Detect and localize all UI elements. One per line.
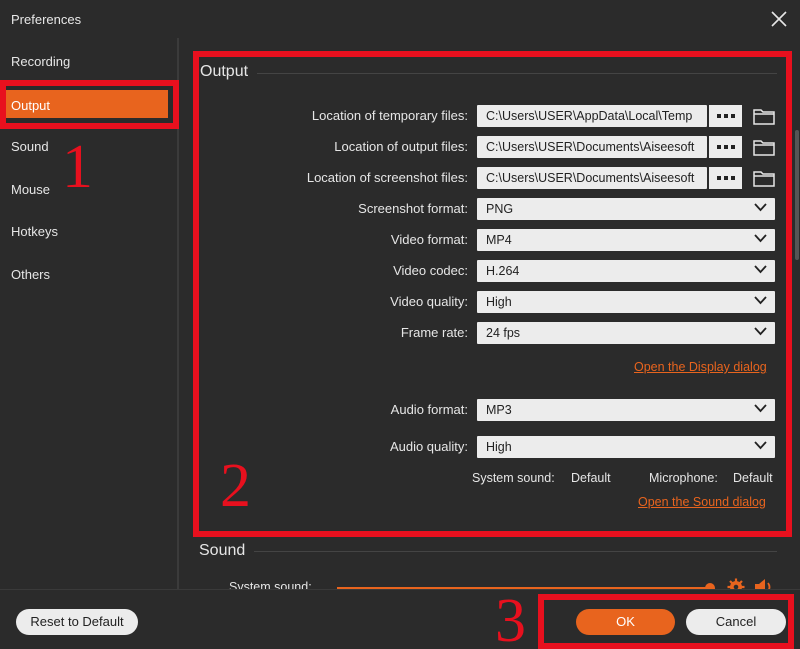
reset-to-default-button[interactable]: Reset to Default: [16, 609, 138, 635]
window-title: Preferences: [11, 12, 82, 27]
close-icon[interactable]: [770, 10, 788, 28]
annotation-number-3: 3: [495, 587, 526, 649]
sound-section-divider: [254, 551, 777, 552]
speaker-icon[interactable]: [754, 578, 774, 589]
annotation-number-1: 1: [62, 133, 93, 201]
content-scrollbar[interactable]: [795, 130, 799, 260]
sound-system-sound-label: System sound:: [229, 580, 312, 589]
gear-icon[interactable]: [727, 578, 745, 589]
annotation-box-3: [538, 594, 794, 649]
sound-section-title: Sound: [199, 542, 246, 559]
title-bar: Preferences: [0, 0, 800, 38]
sidebar-item-recording[interactable]: Recording: [11, 54, 70, 69]
annotation-number-2: 2: [220, 452, 251, 520]
annotation-box-1: [0, 80, 179, 129]
sidebar-item-sound[interactable]: Sound: [11, 139, 49, 154]
sidebar-item-mouse[interactable]: Mouse: [11, 182, 50, 197]
sidebar-item-hotkeys[interactable]: Hotkeys: [11, 224, 58, 239]
annotation-box-2: [193, 51, 792, 537]
sidebar-item-others[interactable]: Others: [11, 267, 50, 282]
